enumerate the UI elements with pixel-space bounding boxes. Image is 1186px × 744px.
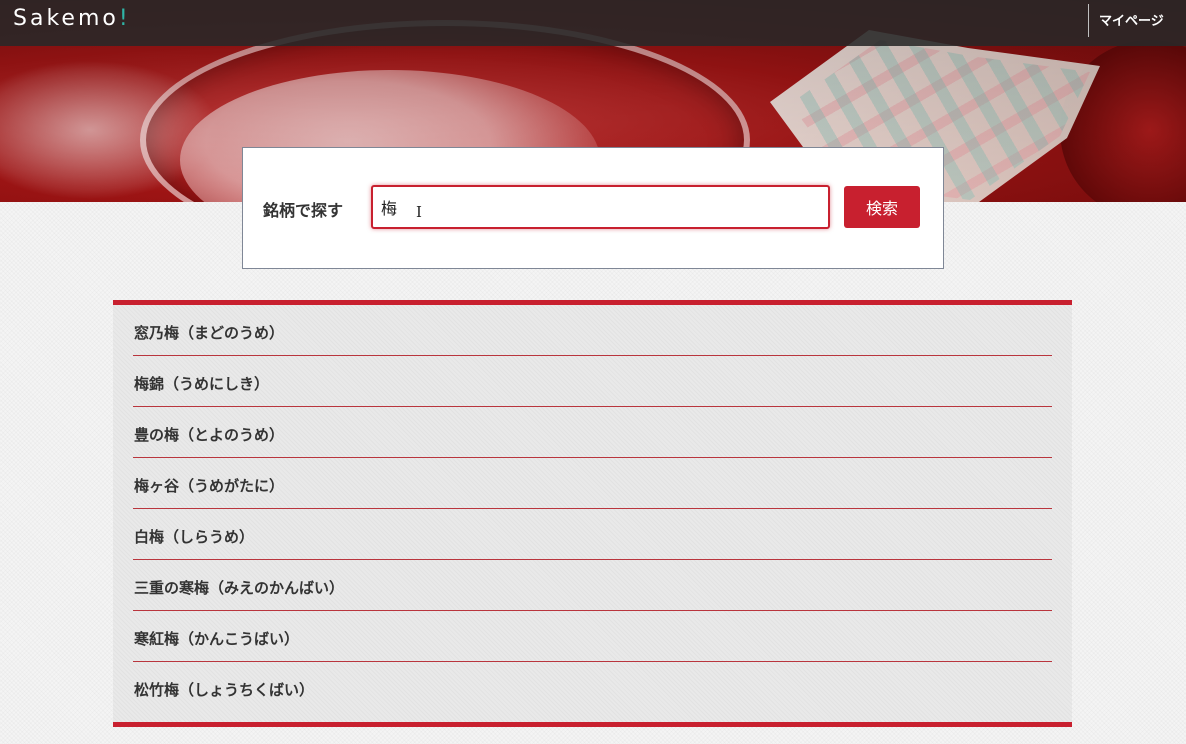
- mypage-link[interactable]: マイページ: [1099, 10, 1164, 29]
- search-input[interactable]: [371, 185, 830, 229]
- site-logo[interactable]: Sakemo!: [13, 6, 131, 31]
- result-item[interactable]: 梅ヶ谷（うめがたに）: [133, 458, 1052, 509]
- result-item[interactable]: 豊の梅（とよのうめ）: [133, 407, 1052, 458]
- result-item[interactable]: 白梅（しらうめ）: [133, 509, 1052, 560]
- top-header: Sakemo! マイページ: [0, 0, 1186, 46]
- result-item[interactable]: 梅錦（うめにしき）: [133, 356, 1052, 407]
- result-item[interactable]: 松竹梅（しょうちくばい）: [133, 662, 1052, 713]
- header-divider: [1088, 4, 1089, 37]
- logo-text: Sakemo: [13, 6, 119, 31]
- search-label: 銘柄で探す: [263, 201, 344, 220]
- result-item[interactable]: 窓乃梅（まどのうめ）: [133, 305, 1052, 356]
- result-item[interactable]: 三重の寒梅（みえのかんばい）: [133, 560, 1052, 611]
- logo-mark: !: [118, 6, 131, 31]
- results-list: 窓乃梅（まどのうめ） 梅錦（うめにしき） 豊の梅（とよのうめ） 梅ヶ谷（うめがた…: [113, 300, 1072, 727]
- result-item[interactable]: 寒紅梅（かんこうばい）: [133, 611, 1052, 662]
- search-button[interactable]: 検索: [844, 186, 920, 228]
- search-panel: 銘柄で探す I 検索: [242, 147, 944, 269]
